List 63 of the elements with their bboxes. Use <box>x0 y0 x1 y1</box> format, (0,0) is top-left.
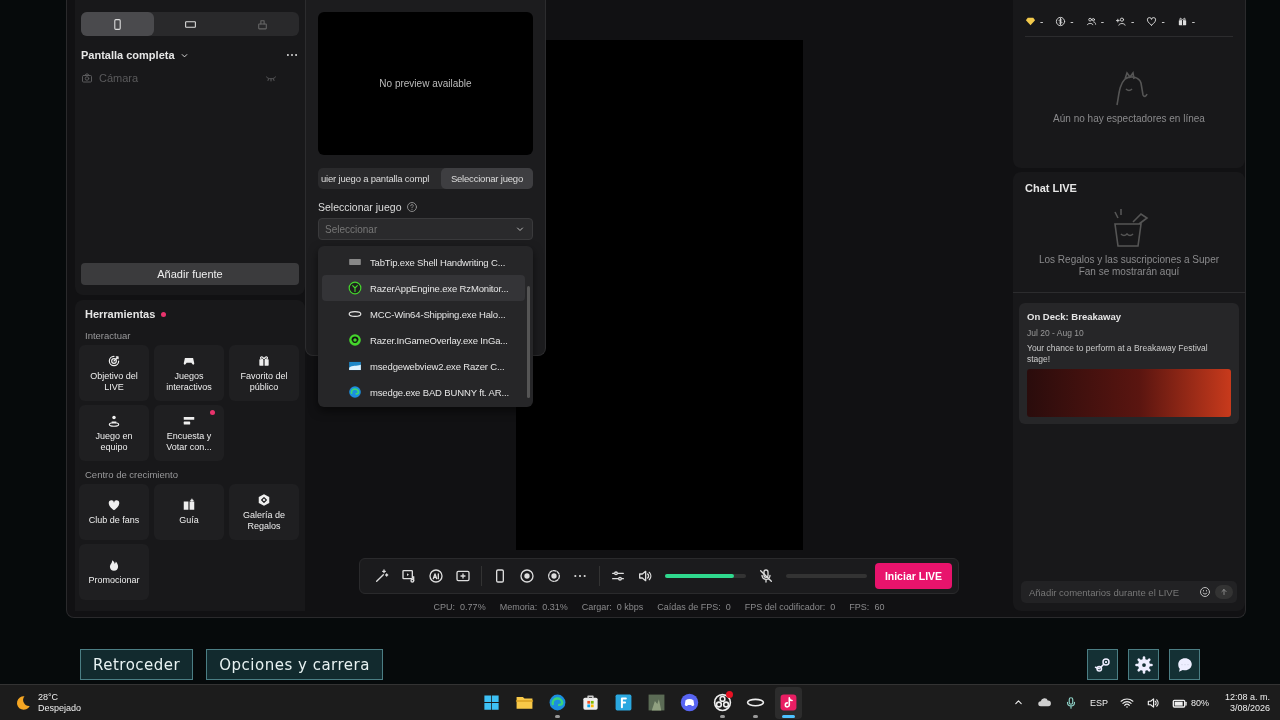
stat-value: 60 <box>874 602 885 612</box>
metric-value: - <box>1191 16 1196 27</box>
add-source-button[interactable]: Añadir fuente <box>81 263 299 285</box>
metric-value: - <box>1070 16 1074 27</box>
stat-value: 0 <box>830 602 836 612</box>
tool-tile[interactable]: Juegos interactivos <box>154 345 224 401</box>
section-title: Herramientas <box>85 308 156 320</box>
stat-value: 0.31% <box>542 602 568 612</box>
mode-tab[interactable]: uier juego a pantalla compl <box>318 168 433 189</box>
stat-value: 0.77% <box>460 602 486 612</box>
empty-state-text: Los Regalos y las suscripciones a Super Fan se mostrarán aquí <box>1013 250 1245 293</box>
tool-tile[interactable]: Galería de Regalos <box>229 484 299 540</box>
stat-label: Memoria: <box>499 602 538 612</box>
dropdown-option[interactable]: RazerAppEngine.exe RzMonitor... <box>322 275 525 301</box>
weather-condition: Despejado <box>38 702 82 714</box>
game-menu-button[interactable]: Opciones y carrera <box>206 649 383 680</box>
stat-label: Cargar: <box>581 602 612 612</box>
stat-value: 0 <box>725 602 731 612</box>
promo-title: On Deck: Breakaway <box>1027 311 1122 322</box>
weather-temperature: 28°C <box>38 691 60 703</box>
game-menu-button[interactable]: Retroceder <box>80 649 194 680</box>
stat-label: FPS: <box>849 602 870 612</box>
game-select-field[interactable]: Seleccionar <box>325 223 514 235</box>
start-live-button[interactable]: Iniciar LIVE <box>874 563 953 589</box>
tool-tile[interactable]: Club de fans <box>79 484 149 540</box>
tool-tile[interactable]: Encuesta y Votar con... <box>154 405 224 461</box>
metric-value: - <box>1131 16 1135 27</box>
scene-title[interactable]: Pantalla completa <box>81 49 175 61</box>
section-label: Interactuar <box>85 330 132 341</box>
dropdown-option[interactable]: TabTip.exe Shell Handwriting C... <box>322 249 525 275</box>
panel-title: Chat LIVE <box>1024 181 1078 194</box>
comment-field[interactable]: Añadir comentarios durante el LIVE <box>1021 581 1237 603</box>
promo-card[interactable]: On Deck: Breakaway Jul 20 - Aug 10 Your chance to perform at a Breakaway Festival stage! <box>1019 303 1239 424</box>
stat-label: Caídas de FPS: <box>657 602 721 612</box>
comment-input-field[interactable]: Añadir comentarios durante el LIVE <box>1029 586 1195 598</box>
tool-tile[interactable]: Favorito del público <box>229 345 299 401</box>
tool-tile[interactable]: Promocionar <box>79 544 149 600</box>
metric-value: - <box>1100 16 1105 27</box>
select-field[interactable]: Seleccionar <box>318 218 533 240</box>
promo-text: Your chance to perform at a Breakaway Festival stage! <box>1027 343 1209 365</box>
section-label: Centro de crecimiento <box>85 469 179 480</box>
dropdown-option[interactable]: MCC-Win64-Shipping.exe Halo... <box>322 301 525 327</box>
preview-message: No preview available <box>379 78 472 89</box>
tool-tile[interactable]: Guía <box>154 484 224 540</box>
clock-date[interactable]: 3/08/2026 <box>1229 702 1270 714</box>
promo-dates: Jul 20 - Aug 10 <box>1027 328 1085 338</box>
dropdown-option[interactable]: Razer.InGameOverlay.exe InGa... <box>322 327 525 353</box>
battery-percentage: 80% <box>1190 697 1209 708</box>
mode-tab[interactable]: Seleccionar juego <box>440 168 533 189</box>
tool-tile[interactable]: Objetivo del LIVE <box>79 345 149 401</box>
stat-value: 0 kbps <box>616 602 644 612</box>
empty-state-text: Aún no hay espectadores en línea <box>1052 113 1206 124</box>
tool-tile[interactable]: Juego en equipo <box>79 405 149 461</box>
source-label: Cámara <box>99 72 139 84</box>
dropdown-option[interactable]: msedgewebview2.exe Razer C... <box>322 353 525 379</box>
metric-value: - <box>1161 16 1165 27</box>
clock-time[interactable]: 12:08 a. m. <box>1224 691 1270 703</box>
field-label: Seleccionar juego <box>318 201 402 213</box>
metric-value: - <box>1040 16 1044 27</box>
dropdown-option[interactable]: msedge.exe BAD BUNNY ft. AR... <box>322 379 525 405</box>
stat-label: CPU: <box>433 602 456 612</box>
language-indicator[interactable]: ESP <box>1089 697 1108 708</box>
stat-label: FPS del codificador: <box>744 602 826 612</box>
